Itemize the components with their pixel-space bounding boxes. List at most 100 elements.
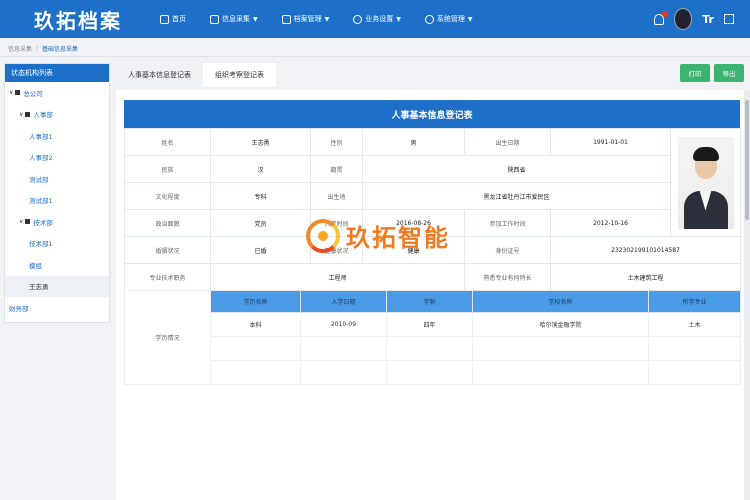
nav-home[interactable]: 首页: [160, 14, 186, 24]
chevron-down-icon: ▼: [253, 15, 258, 23]
tree-item-label: 测试部: [29, 175, 49, 184]
tree-item-label: 技术部: [33, 218, 53, 227]
tab-org-review[interactable]: 组织考察登记表: [203, 63, 276, 87]
field-value: 已婚: [210, 236, 311, 264]
field-label: 政治面貌: [124, 209, 211, 237]
font-size-icon[interactable]: Tr: [702, 13, 714, 26]
tree-item-label: 总公司: [23, 89, 43, 98]
field-value: 党员: [210, 209, 311, 237]
field-label: 籍贯: [310, 155, 363, 183]
sidebar-title: 状态机构列表: [5, 64, 109, 82]
table-row: 本科 2010-09 四年 哈尔滨金融学院 土木: [125, 312, 741, 337]
tree-item[interactable]: 测试部1: [5, 190, 109, 212]
nav-label: 信息采集: [222, 15, 250, 23]
field-label: 出生日期: [464, 128, 551, 156]
chevron-down-icon: ▼: [324, 15, 330, 23]
export-button[interactable]: 导出: [714, 64, 744, 82]
breadcrumb-item[interactable]: 信息采集: [8, 44, 32, 53]
expand-toggle-icon[interactable]: ∨: [19, 111, 23, 118]
breadcrumb: 信息采集 / 基础信息采集: [8, 41, 78, 55]
table-header-row: 学历情况 学历名称 入学日期 学制 学校名称 所学专业: [124, 290, 741, 385]
expand-toggle-icon[interactable]: ∨: [19, 218, 23, 225]
table-cell: 土木: [648, 312, 741, 337]
bell-icon[interactable]: [654, 10, 669, 25]
tree-item-label: 技术部1: [29, 240, 53, 249]
column-header: 学制: [386, 290, 473, 313]
column-header: 入学日期: [300, 290, 387, 313]
main-nav: 首页 信息采集 ▼ 档案管理 ▼ 业务设置 ▼ 系统管理 ▼: [160, 14, 497, 24]
folder-icon: [15, 90, 21, 96]
print-label: 打印: [688, 70, 702, 78]
header-tools: Tr: [654, 0, 734, 38]
table-row: 文化程度 专科 出生地 黑龙江省牡丹江市爱民区: [124, 182, 741, 210]
expand-toggle-icon[interactable]: ∨: [9, 89, 13, 96]
table-row: 民族 汉 籍贯 陕西省: [124, 155, 741, 183]
field-value: 专科: [210, 182, 311, 210]
field-value: 黑龙江省牡丹江市爱民区: [362, 182, 671, 210]
field-value: 陕西省: [362, 155, 671, 183]
table-row: [125, 360, 741, 385]
tree-item[interactable]: ∨ 技术部: [5, 211, 109, 233]
tree-item[interactable]: 财务部: [5, 297, 109, 319]
tree-item[interactable]: 技术部1: [5, 233, 109, 255]
education-table: 学历情况 学历名称 入学日期 学制 学校名称 所学专业 本科 2010-09 四…: [124, 290, 741, 385]
print-button[interactable]: 打印: [680, 64, 710, 82]
fullscreen-icon[interactable]: [724, 14, 734, 24]
tab-basic-info[interactable]: 人事基本信息登记表: [116, 63, 203, 87]
field-label: 性别: [310, 128, 363, 156]
tree-item[interactable]: 人事部2: [5, 147, 109, 169]
nav-collect[interactable]: 信息采集 ▼: [210, 14, 258, 24]
tree-item[interactable]: 模组: [5, 254, 109, 276]
chevron-down-icon: ▼: [396, 15, 401, 23]
field-value: 工程师: [210, 263, 465, 291]
watermark: 玖拓智能: [306, 218, 450, 253]
photo-cell: [670, 128, 741, 237]
archive-icon: [281, 14, 291, 24]
table-row: [125, 336, 741, 361]
folder-icon: [25, 111, 31, 117]
home-icon: [160, 14, 169, 24]
field-label: 身份证号: [464, 236, 551, 264]
notification-dot: [662, 10, 669, 17]
app-logo[interactable]: 玖拓档案: [34, 5, 154, 34]
tree-item[interactable]: 测试部: [5, 168, 109, 190]
field-label: 出生地: [310, 182, 363, 210]
column-header: 学校名称: [472, 290, 649, 313]
tree-item-label: 人事部: [33, 111, 53, 120]
table-row: 专业技术职务 工程师 熟悉专业有何特长 土木建筑工程: [124, 263, 741, 291]
tree-item-label: 财务部: [9, 304, 29, 313]
system-icon: [424, 14, 434, 24]
field-value: 土木建筑工程: [550, 263, 741, 291]
profile-photo: [677, 136, 734, 229]
tree-item[interactable]: 人事部1: [5, 125, 109, 147]
nav-settings[interactable]: 业务设置 ▼: [353, 14, 401, 24]
table-cell: 四年: [386, 312, 473, 337]
chevron-down-icon: ▼: [467, 15, 473, 23]
table-cell: 2010-09: [300, 312, 387, 337]
org-tree: ∨ 总公司 ∨ 人事部人事部1 人事部2 测试部测试部1 ∨ 技术部技术部1 模组王志勇财务部: [5, 82, 109, 319]
avatar[interactable]: [674, 8, 693, 30]
table-cell: 本科: [210, 312, 301, 337]
field-value: 1991-01-01: [550, 128, 671, 156]
form-title: 人事基本信息登记表: [124, 100, 740, 128]
tree-item[interactable]: ∨ 人事部: [5, 104, 109, 126]
nav-system[interactable]: 系统管理 ▼: [424, 14, 473, 24]
nav-label: 业务设置: [365, 15, 394, 23]
form-panel: 人事基本信息登记表 姓名 王志勇 性别 男 出生日期 1991-01-01 民族…: [116, 90, 744, 500]
tree-item[interactable]: ∨ 总公司: [5, 82, 109, 104]
info-table: 姓名 王志勇 性别 男 出生日期 1991-01-01 民族 汉 籍贯 陕西省 …: [124, 128, 741, 291]
breadcrumb-separator: /: [36, 44, 39, 52]
org-sidebar: 状态机构列表 ∨ 总公司 ∨ 人事部人事部1 人事部2 测试部测试部1 ∨ 技术部技术部1 模组…: [4, 63, 110, 323]
tree-item-label: 王志勇: [29, 283, 49, 292]
table-cell: 哈尔滨金融学院: [472, 312, 649, 337]
field-label: 文化程度: [124, 182, 211, 210]
tree-item[interactable]: 王志勇: [5, 275, 109, 297]
brand-logo-icon: [306, 218, 340, 253]
field-label: 姓名: [124, 128, 211, 156]
nav-archive[interactable]: 档案管理 ▼: [281, 14, 330, 24]
field-value: 2012-10-16: [550, 209, 671, 237]
scrollbar-thumb[interactable]: [745, 100, 749, 220]
field-value: 王志勇: [210, 128, 311, 156]
breadcrumb-current: 基础信息采集: [42, 45, 79, 53]
nav-label: 系统管理: [436, 15, 465, 23]
